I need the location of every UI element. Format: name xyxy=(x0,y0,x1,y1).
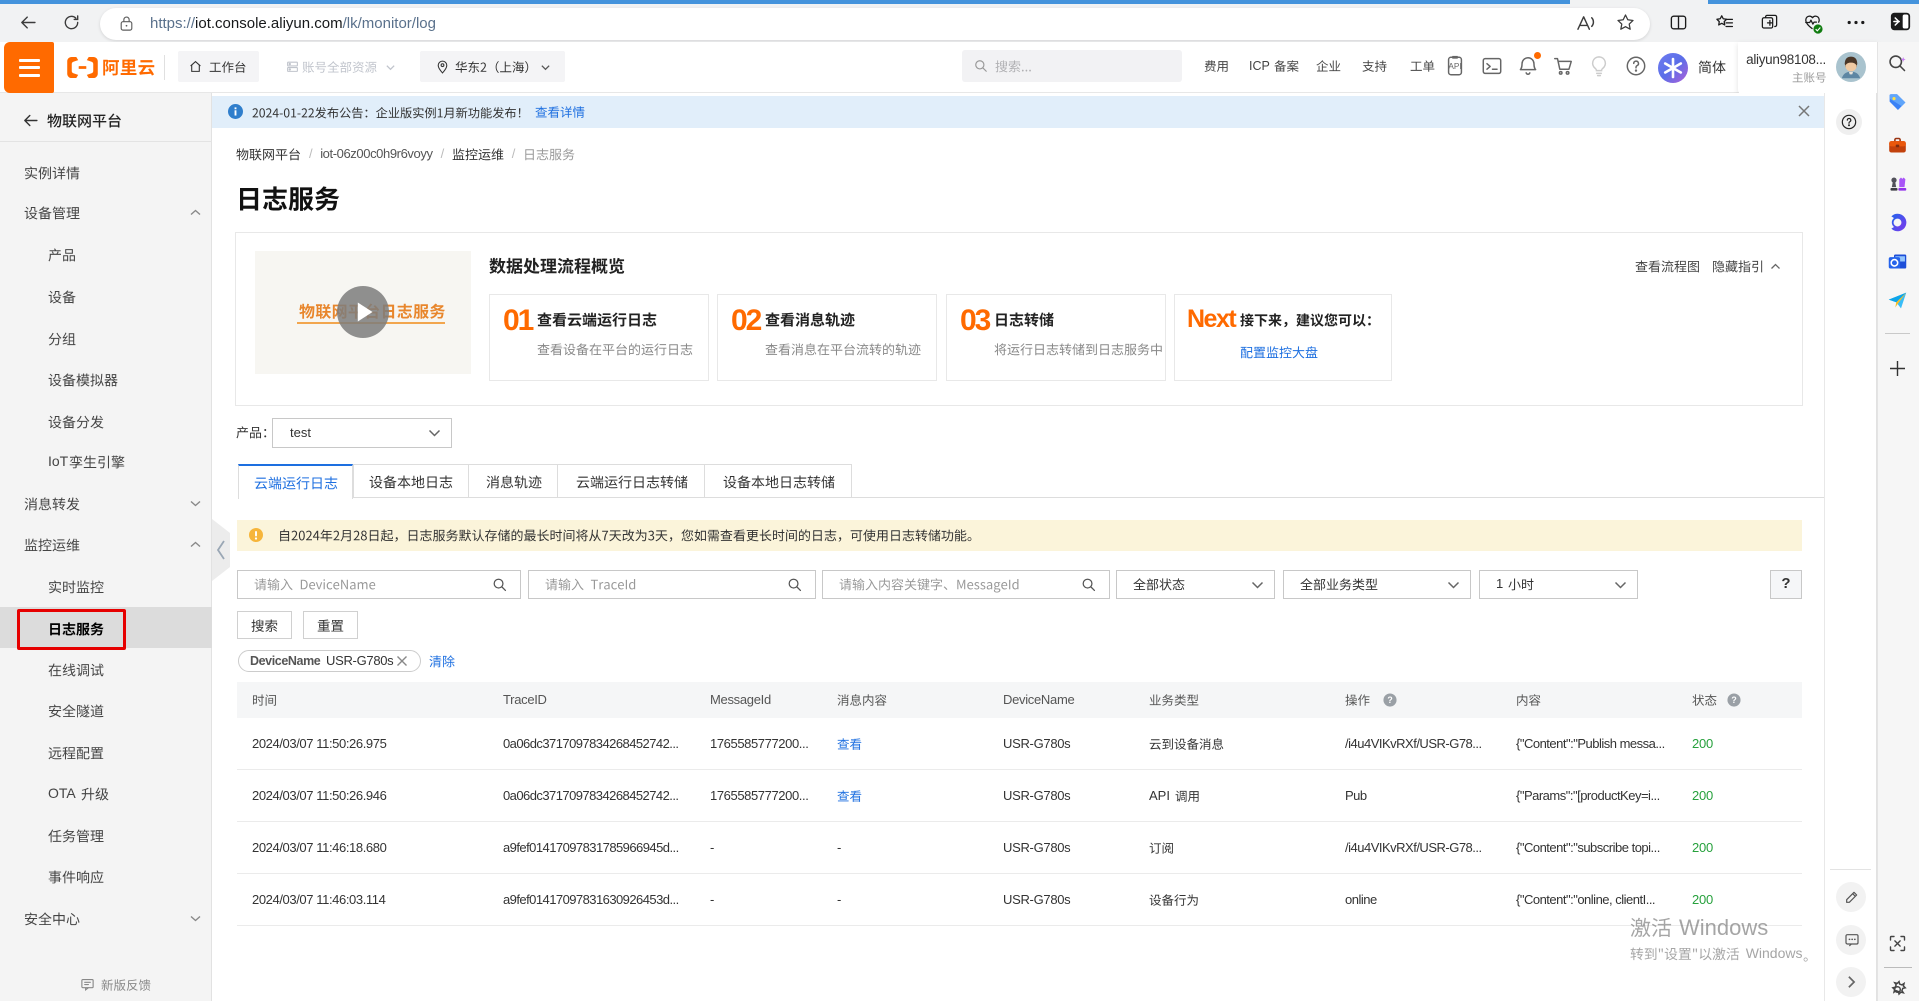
svg-text:API: API xyxy=(1448,62,1461,71)
svg-text:?: ? xyxy=(1387,695,1392,705)
svg-text:?: ? xyxy=(1731,695,1736,705)
